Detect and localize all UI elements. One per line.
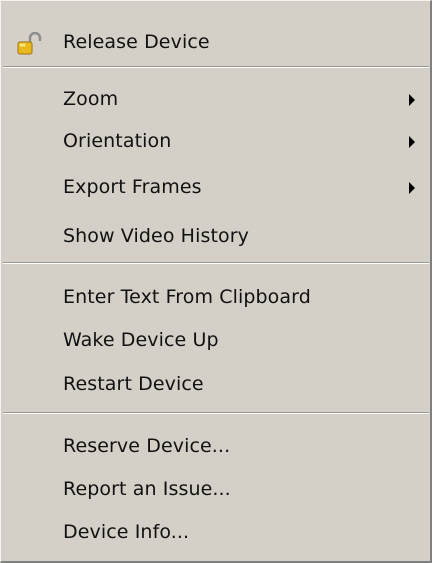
menu-item-label: Orientation [63,130,172,152]
menu-item-show-video-history[interactable]: Show Video History [1,216,429,256]
menu-item-label: Export Frames [63,176,202,198]
menu-item-zoom[interactable]: Zoom [1,79,429,119]
menu-item-export-frames[interactable]: Export Frames [1,167,429,207]
menu-item-reserve-device[interactable]: Reserve Device... [1,426,429,466]
menu-item-label: Reserve Device... [63,435,231,457]
menu-item-label: Show Video History [63,225,249,247]
submenu-arrow-icon [409,94,415,106]
submenu-arrow-icon [409,182,415,194]
menu-item-label: Release Device [63,31,210,53]
unlock-icon [16,30,42,55]
menu-separator [3,262,429,264]
context-menu: Release Device Zoom Orientation Export F… [0,0,432,563]
menu-item-wake-device-up[interactable]: Wake Device Up [1,320,429,360]
menu-item-label: Enter Text From Clipboard [63,286,311,308]
menu-item-device-info[interactable]: Device Info... [1,512,429,552]
menu-item-label: Zoom [63,88,119,110]
menu-item-release-device[interactable]: Release Device [1,22,429,62]
menu-item-restart-device[interactable]: Restart Device [1,364,429,404]
menu-item-label: Report an Issue... [63,478,231,500]
menu-separator [3,66,429,68]
menu-item-label: Wake Device Up [63,329,219,351]
menu-item-report-an-issue[interactable]: Report an Issue... [1,469,429,509]
menu-item-enter-text-from-clipboard[interactable]: Enter Text From Clipboard [1,277,429,317]
menu-item-orientation[interactable]: Orientation [1,121,429,161]
menu-item-label: Device Info... [63,521,190,543]
menu-item-label: Restart Device [63,373,204,395]
submenu-arrow-icon [409,136,415,148]
menu-separator [3,412,429,414]
